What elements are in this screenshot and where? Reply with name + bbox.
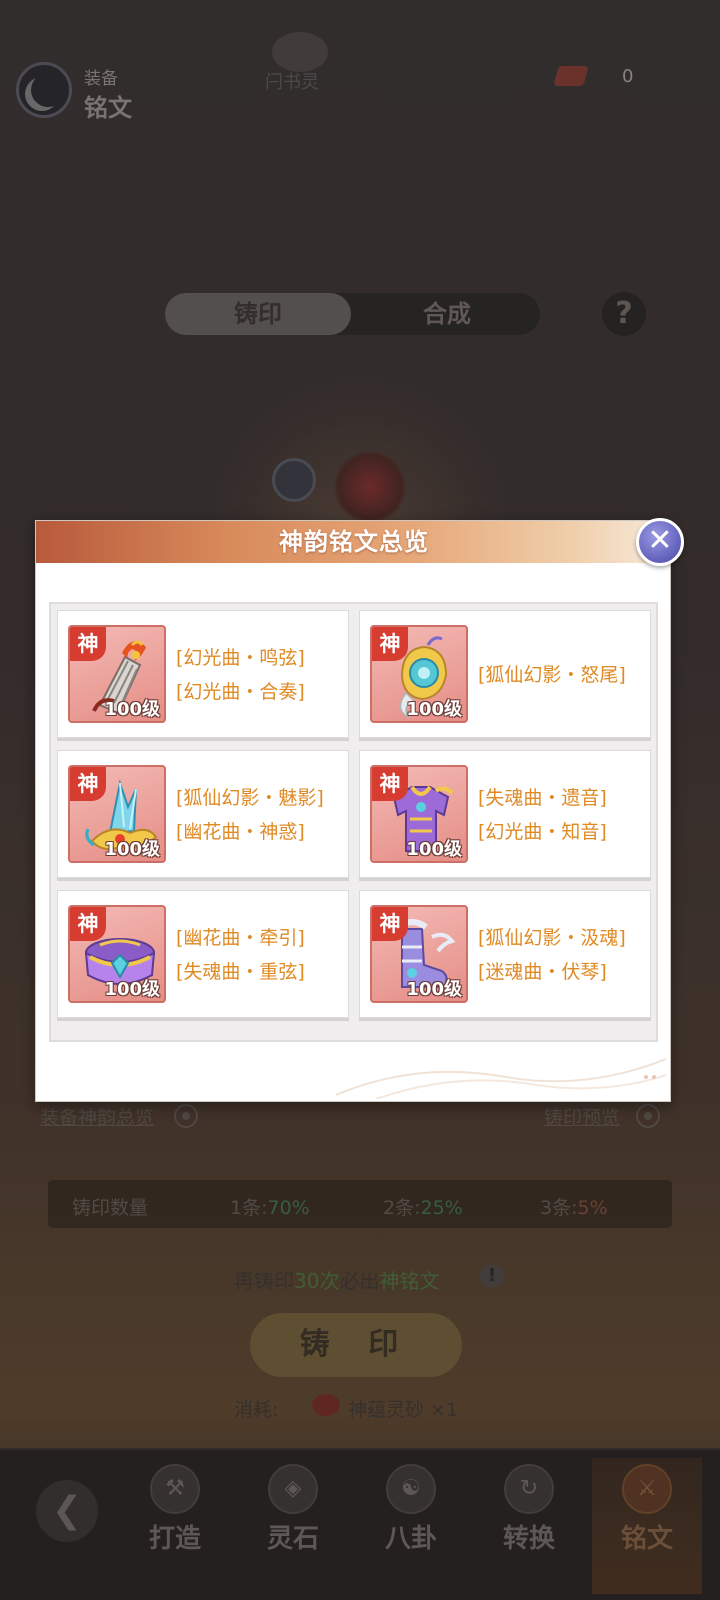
rune-list: [狐仙幻影・怒尾] bbox=[478, 611, 626, 739]
rune-name: [幻光曲・合奏] bbox=[176, 681, 305, 703]
divine-tag: 神 bbox=[70, 767, 106, 801]
purple-belt-icon: 神 100级 bbox=[68, 905, 166, 1003]
level-label: 100级 bbox=[406, 699, 462, 720]
rune-name: [狐仙幻影・怒尾] bbox=[478, 664, 626, 686]
divine-tag: 神 bbox=[372, 627, 408, 661]
rune-list: [狐仙幻影・魅影] [幽花曲・神惑] bbox=[176, 751, 324, 879]
divine-tag: 神 bbox=[372, 767, 408, 801]
close-icon[interactable]: ✕ bbox=[636, 518, 684, 566]
rune-list: [幽花曲・牵引] [失魂曲・重弦] bbox=[176, 891, 305, 1019]
rune-name: [幽花曲・牵引] bbox=[176, 927, 305, 949]
crystal-hairpin-icon: 神 100级 bbox=[68, 765, 166, 863]
rune-name: [幽花曲・神惑] bbox=[176, 821, 305, 843]
purple-armor-icon: 神 100级 bbox=[370, 765, 468, 863]
harp-bracer-icon: 神 100级 bbox=[68, 625, 166, 723]
purple-boots-icon: 神 100级 bbox=[370, 905, 468, 1003]
equipment-card[interactable]: 神 100级 [失魂曲・遗音] [幻光曲・知音] bbox=[359, 750, 651, 878]
equipment-card[interactable]: 神 100级 [幽花曲・牵引] [失魂曲・重弦] bbox=[57, 890, 349, 1018]
wave-ornament bbox=[336, 1058, 666, 1099]
rune-name: [幻光曲・鸣弦] bbox=[176, 647, 305, 669]
divine-tag: 神 bbox=[70, 907, 106, 941]
card-grid: 神 100级 [幻光曲・鸣弦] [幻光曲・合奏] 神 100级 [狐仙幻影・怒尾… bbox=[49, 602, 658, 1042]
rune-name: [狐仙幻影・汲魂] bbox=[478, 927, 626, 949]
rune-list: [狐仙幻影・汲魂] [迷魂曲・伏琴] bbox=[478, 891, 626, 1019]
level-label: 100级 bbox=[406, 839, 462, 860]
equipment-card[interactable]: 神 100级 [狐仙幻影・汲魂] [迷魂曲・伏琴] bbox=[359, 890, 651, 1018]
rune-list: [失魂曲・遗音] [幻光曲・知音] bbox=[478, 751, 607, 879]
rune-name: [失魂曲・重弦] bbox=[176, 961, 305, 983]
level-label: 100级 bbox=[104, 699, 160, 720]
level-label: 100级 bbox=[104, 979, 160, 1000]
divine-tag: 神 bbox=[70, 627, 106, 661]
dialog-title: 神韵铭文总览 bbox=[279, 528, 429, 556]
divine-tag: 神 bbox=[372, 907, 408, 941]
level-label: 100级 bbox=[104, 839, 160, 860]
rune-name: [狐仙幻影・魅影] bbox=[176, 787, 324, 809]
equipment-card[interactable]: 神 100级 [狐仙幻影・怒尾] bbox=[359, 610, 651, 738]
rune-overview-dialog: 神韵铭文总览 ✕ 神 100级 [幻光曲・鸣弦] [幻光曲・合奏] 神 100级… bbox=[35, 518, 684, 1102]
rune-name: [迷魂曲・伏琴] bbox=[478, 961, 607, 983]
rune-list: [幻光曲・鸣弦] [幻光曲・合奏] bbox=[176, 611, 305, 739]
dialog-header: 神韵铭文总览 bbox=[36, 521, 672, 563]
equipment-card[interactable]: 神 100级 [狐仙幻影・魅影] [幽花曲・神惑] bbox=[57, 750, 349, 878]
equipment-card[interactable]: 神 100级 [幻光曲・鸣弦] [幻光曲・合奏] bbox=[57, 610, 349, 738]
level-label: 100级 bbox=[406, 979, 462, 1000]
fox-amulet-icon: 神 100级 bbox=[370, 625, 468, 723]
rune-name: [幻光曲・知音] bbox=[478, 821, 607, 843]
rune-name: [失魂曲・遗音] bbox=[478, 787, 607, 809]
